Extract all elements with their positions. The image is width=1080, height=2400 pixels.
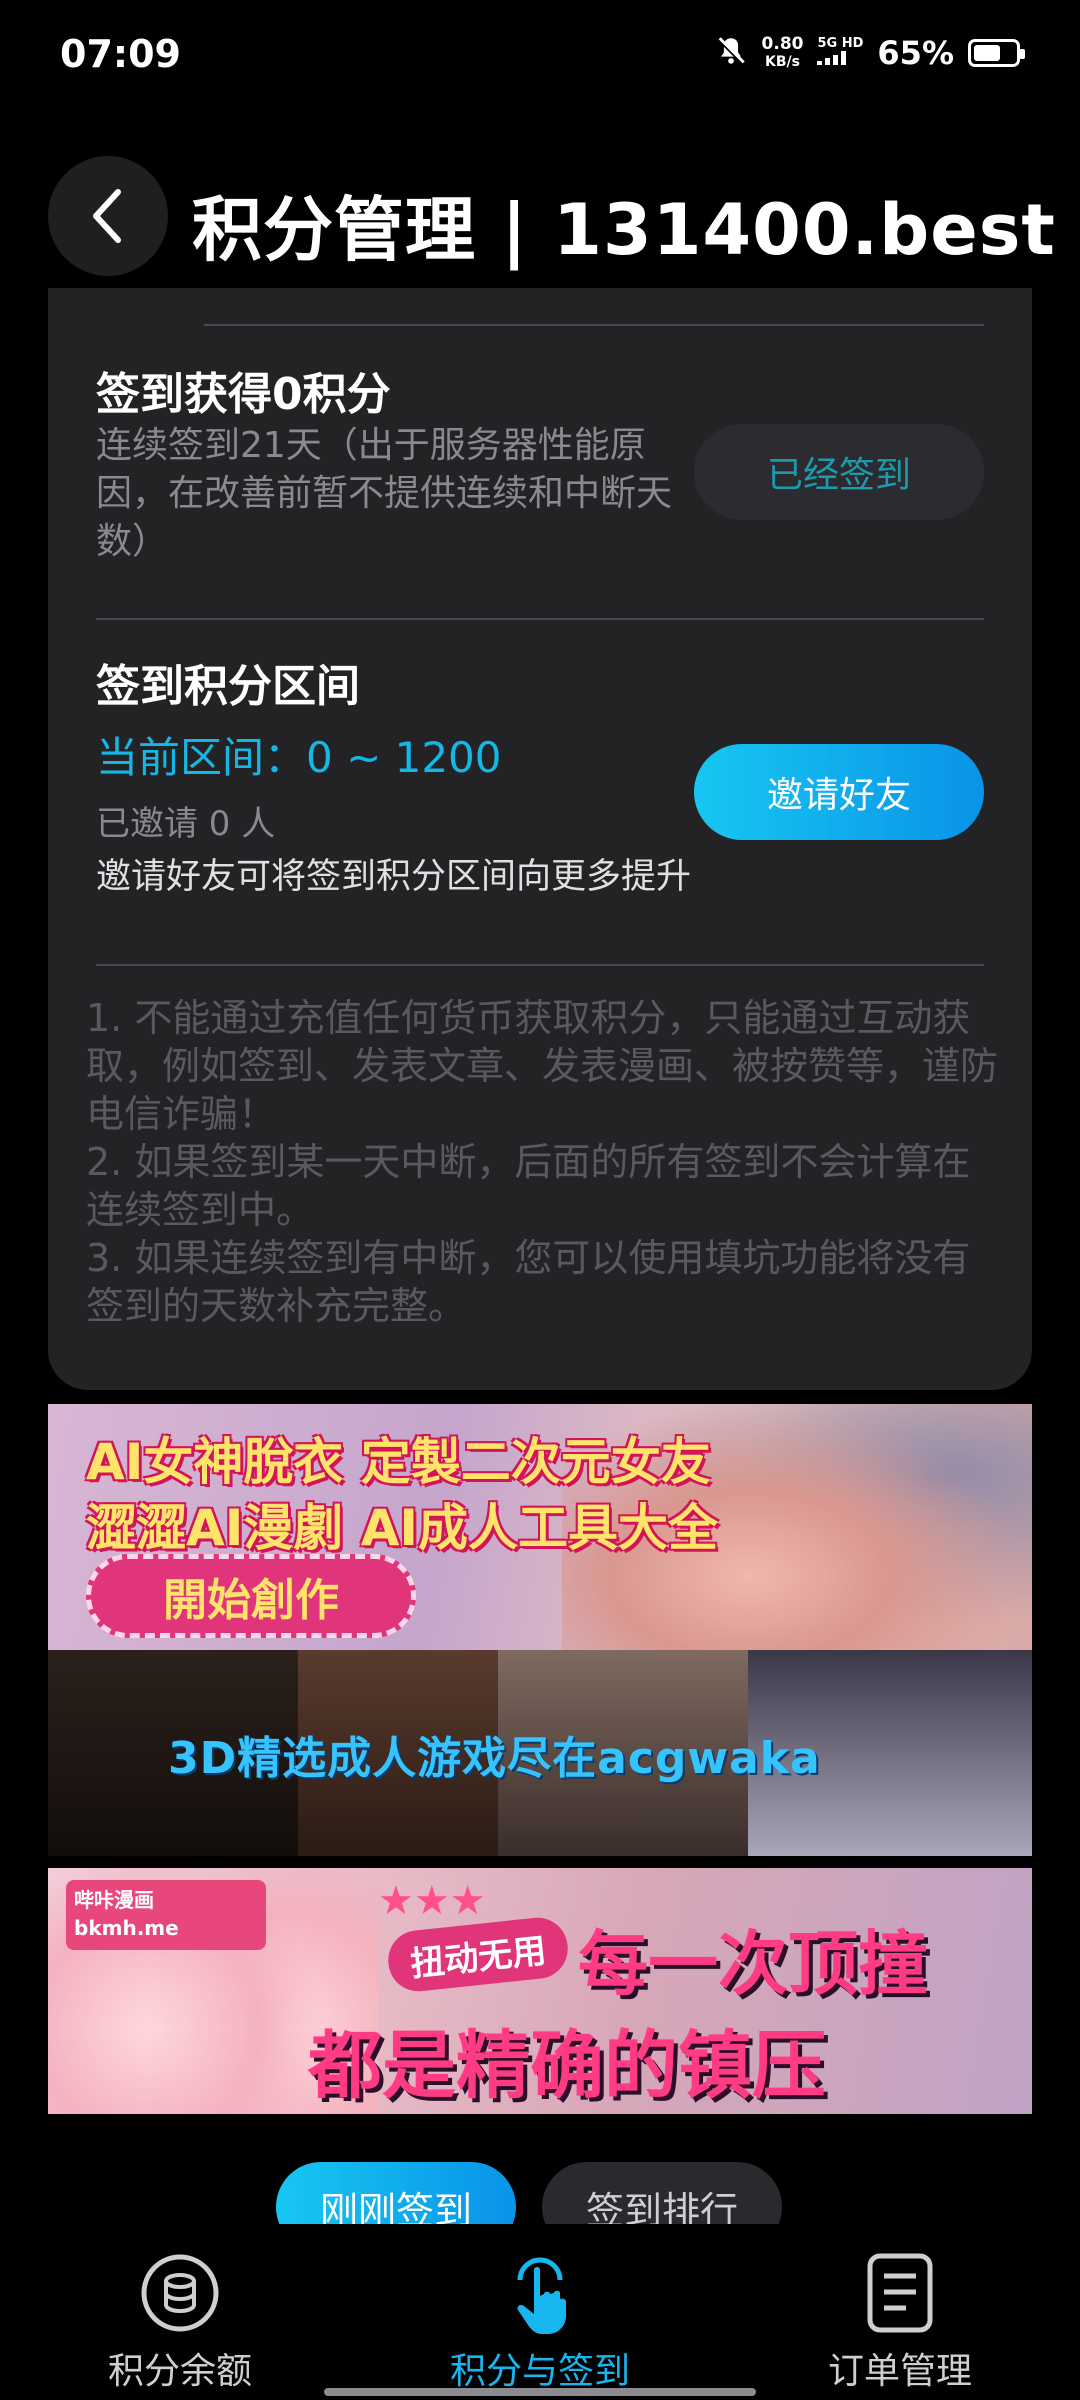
nav-label: 订单管理 [827, 2351, 972, 2392]
banner-headline: 都是精确的镇压 [308, 2023, 826, 2109]
divider [96, 964, 984, 966]
home-indicator[interactable] [324, 2388, 756, 2396]
rule-item: 1. 不能通过充值任何货币获取积分，只能通过互动获取，例如签到、发表文章、发表漫… [86, 996, 999, 1136]
points-card: 签到获得0积分 连续签到21天（出于服务器性能原因，在改善前暂不提供连续和中断天… [48, 288, 1032, 1390]
invite-hint: 邀请好友可将签到积分区间向更多提升 [96, 857, 692, 897]
nav-label: 积分与签到 [449, 2351, 630, 2392]
nav-points-balance[interactable]: 积分余额 [50, 2250, 310, 2394]
status-indicators: 0.80 KB/s 5G HD 65% [714, 34, 1025, 72]
status-time: 07:09 [60, 32, 181, 76]
network-speed: 0.80 KB/s [761, 34, 804, 70]
nav-order-management[interactable]: 订单管理 [770, 2250, 1030, 2394]
banner-headline: 澀澀AI漫劇 AI成人工具大全 [86, 1499, 719, 1557]
nav-label: 积分余额 [107, 2351, 252, 2392]
banner-logo: 哔咔漫画 bkmh.me [66, 1880, 266, 1950]
rule-item: 3. 如果连续签到有中断，您可以使用填坑功能将没有签到的天数补充完整。 [86, 1236, 971, 1328]
coins-icon [137, 2250, 223, 2336]
back-button[interactable] [48, 156, 168, 276]
banner-badge: 扭动无用 [385, 1914, 571, 1995]
checkin-description: 连续签到21天（出于服务器性能原因，在改善前暂不提供连续和中断天数） [96, 425, 673, 562]
mute-icon [714, 34, 748, 72]
page-header: 积分管理 | 131400.best [0, 150, 1080, 290]
battery-icon [968, 39, 1025, 67]
order-list-icon [857, 2250, 943, 2336]
bottom-navigation: 积分余额 积分与签到 订单管理 [0, 2224, 1080, 2400]
status-bar: 07:09 0.80 KB/s 5G HD 65% [0, 0, 1080, 110]
checkin-title: 签到获得0积分 [96, 369, 391, 420]
ad-banner-ai[interactable]: AI女神脫衣 定製二次元女友 澀澀AI漫劇 AI成人工具大全 開始創作 [48, 1404, 1032, 1650]
banner-headline: AI女神脫衣 定製二次元女友 [86, 1433, 711, 1491]
page-title: 积分管理 | 131400.best [192, 189, 1056, 271]
divider [204, 324, 984, 326]
ad-banner-comics[interactable]: 哔咔漫画 bkmh.me ★★★ 扭动无用 每一次顶撞 都是精确的镇压 [48, 1868, 1032, 2114]
tap-hand-icon [497, 2250, 583, 2336]
network-type: 5G HD [817, 37, 863, 69]
nav-points-checkin[interactable]: 积分与签到 [410, 2250, 670, 2394]
banner-headline: 3D精选成人游戏尽在acgwaka [168, 1733, 821, 1784]
rules-list: 1. 不能通过充值任何货币获取积分，只能通过互动获取，例如签到、发表文章、发表漫… [86, 994, 1006, 1330]
range-title: 签到积分区间 [96, 661, 360, 712]
banner-headline: 每一次顶撞 [578, 1923, 928, 2005]
current-range: 当前区间：0 ~ 1200 [96, 733, 502, 782]
ad-banner-3d-games[interactable]: 3D精选成人游戏尽在acgwaka [48, 1650, 1032, 1856]
divider [96, 618, 984, 620]
rule-item: 2. 如果签到某一天中断，后面的所有签到不会计算在连续签到中。 [86, 1140, 971, 1232]
chevron-left-icon [93, 189, 121, 243]
invite-friends-button[interactable]: 邀请好友 [694, 744, 984, 840]
battery-percent: 65% [877, 34, 954, 72]
invited-count: 已邀请 0 人 [96, 804, 276, 844]
banner-cta-button[interactable]: 開始創作 [86, 1554, 416, 1638]
already-signed-button[interactable]: 已经签到 [694, 424, 984, 520]
star-icon: ★★★ [378, 1878, 486, 1924]
